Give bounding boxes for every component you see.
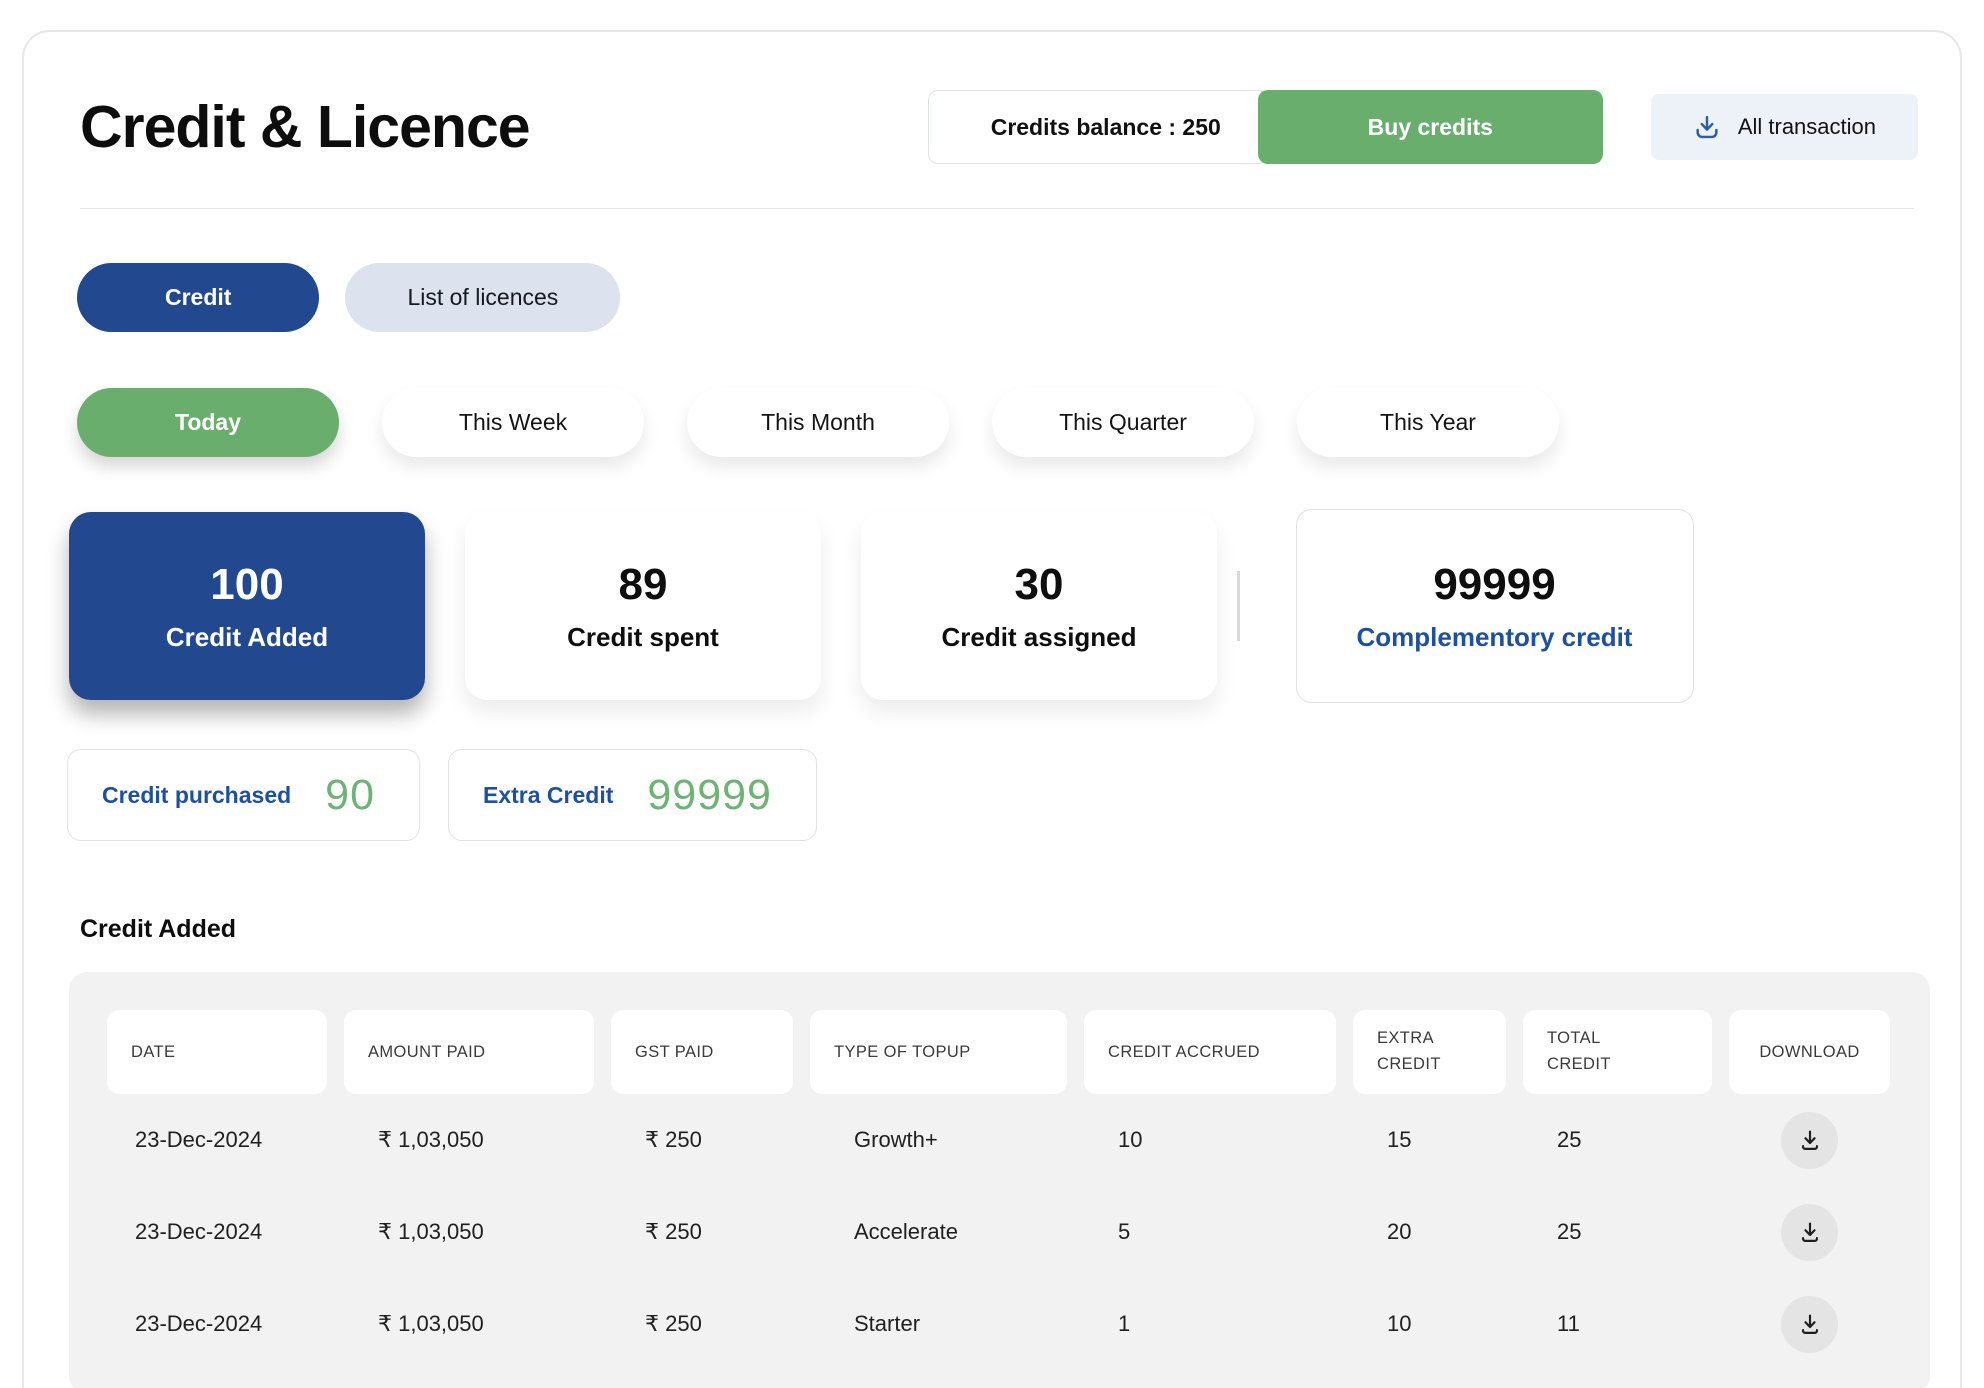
all-transaction-label: All transaction xyxy=(1738,114,1876,140)
header-actions: Credits balance : 250 Buy credits All tr… xyxy=(928,90,1918,164)
cell-extra-credit: 20 xyxy=(1353,1219,1506,1245)
row-download-button[interactable] xyxy=(1781,1204,1838,1261)
credit-purchased-value: 90 xyxy=(325,771,375,820)
cell-total-credit: 11 xyxy=(1523,1311,1712,1337)
cell-credit-accrued: 10 xyxy=(1084,1127,1336,1153)
credit-purchased-label: Credit purchased xyxy=(102,782,291,809)
cell-extra-credit: 10 xyxy=(1353,1311,1506,1337)
extra-credit-card: Extra Credit 99999 xyxy=(448,749,817,841)
table-row: 23-Dec-2024 ₹ 1,03,050 ₹ 250 Growth+ 10 … xyxy=(107,1094,1892,1186)
stat-value: 99999 xyxy=(1433,560,1555,610)
column-header-type-of-topup: TYPE OF TOPUP xyxy=(810,1010,1067,1094)
stat-value: 89 xyxy=(619,560,668,610)
column-header-download: DOWNLOAD xyxy=(1729,1010,1890,1094)
stat-value: 100 xyxy=(210,560,283,610)
column-header-gst-paid: GST PAID xyxy=(611,1010,793,1094)
filter-this-quarter[interactable]: This Quarter xyxy=(992,388,1254,457)
download-icon xyxy=(1693,113,1721,141)
stat-value: 30 xyxy=(1015,560,1064,610)
row-download-button[interactable] xyxy=(1781,1296,1838,1353)
cell-amount-paid: ₹ 1,03,050 xyxy=(344,1219,594,1245)
cell-amount-paid: ₹ 1,03,050 xyxy=(344,1311,594,1337)
buy-credits-button[interactable]: Buy credits xyxy=(1258,90,1603,164)
tab-bar: Credit List of licences xyxy=(77,263,1926,332)
cell-type-of-topup: Growth+ xyxy=(810,1127,1067,1153)
cell-gst-paid: ₹ 250 xyxy=(611,1219,793,1245)
column-header-credit-accrued: CREDIT ACCRUED xyxy=(1084,1010,1336,1094)
column-header-amount-paid: AMOUNT PAID xyxy=(344,1010,594,1094)
stat-card-complementory-credit: 99999 Complementory credit xyxy=(1296,509,1694,703)
balance-group: Credits balance : 250 Buy credits xyxy=(928,90,1603,164)
download-icon xyxy=(1797,1127,1823,1153)
stat-card-credit-spent[interactable]: 89 Credit spent xyxy=(465,512,821,700)
page-title: Credit & Licence xyxy=(80,93,530,161)
column-header-total-credit: TOTAL CREDIT xyxy=(1523,1010,1712,1094)
page-card: Credit & Licence Credits balance : 250 B… xyxy=(22,30,1962,1388)
cell-date: 23-Dec-2024 xyxy=(107,1219,327,1245)
table-header-row: DATE AMOUNT PAID GST PAID TYPE OF TOPUP … xyxy=(107,1010,1892,1094)
cell-date: 23-Dec-2024 xyxy=(107,1127,327,1153)
cell-gst-paid: ₹ 250 xyxy=(611,1127,793,1153)
credits-balance: Credits balance : 250 xyxy=(928,90,1268,164)
table-row: 23-Dec-2024 ₹ 1,03,050 ₹ 250 Accelerate … xyxy=(107,1186,1892,1278)
cell-extra-credit: 15 xyxy=(1353,1127,1506,1153)
credits-balance-label: Credits balance : 250 xyxy=(991,114,1221,141)
cell-type-of-topup: Accelerate xyxy=(810,1219,1067,1245)
stat-label: Credit assigned xyxy=(941,622,1136,653)
column-header-extra-credit: EXTRA CREDIT xyxy=(1353,1010,1506,1094)
cell-date: 23-Dec-2024 xyxy=(107,1311,327,1337)
credit-purchased-card: Credit purchased 90 xyxy=(67,749,420,841)
cell-type-of-topup: Starter xyxy=(810,1311,1067,1337)
stat-card-credit-assigned[interactable]: 30 Credit assigned xyxy=(861,512,1217,700)
row-download-button[interactable] xyxy=(1781,1112,1838,1169)
all-transaction-button[interactable]: All transaction xyxy=(1651,94,1918,160)
stats-row: 100 Credit Added 89 Credit spent 30 Cred… xyxy=(69,509,1926,703)
download-icon xyxy=(1797,1219,1823,1245)
stat-label: Credit spent xyxy=(567,622,719,653)
cell-gst-paid: ₹ 250 xyxy=(611,1311,793,1337)
header: Credit & Licence Credits balance : 250 B… xyxy=(80,90,1918,164)
stat-card-credit-added[interactable]: 100 Credit Added xyxy=(69,512,425,700)
stat-label: Credit Added xyxy=(166,622,328,653)
table-row: 23-Dec-2024 ₹ 1,03,050 ₹ 250 Starter 1 1… xyxy=(107,1278,1892,1370)
vertical-divider xyxy=(1237,571,1240,641)
filter-today[interactable]: Today xyxy=(77,388,339,457)
filter-this-year[interactable]: This Year xyxy=(1297,388,1559,457)
extra-credit-label: Extra Credit xyxy=(483,782,613,809)
download-icon xyxy=(1797,1311,1823,1337)
column-header-date: DATE xyxy=(107,1010,327,1094)
section-title: Credit Added xyxy=(80,915,1926,944)
cell-total-credit: 25 xyxy=(1523,1219,1712,1245)
time-filter-bar: Today This Week This Month This Quarter … xyxy=(77,388,1926,457)
cell-total-credit: 25 xyxy=(1523,1127,1712,1153)
tab-list-of-licences[interactable]: List of licences xyxy=(345,263,620,332)
tab-credit[interactable]: Credit xyxy=(77,263,319,332)
cell-credit-accrued: 5 xyxy=(1084,1219,1336,1245)
cell-amount-paid: ₹ 1,03,050 xyxy=(344,1127,594,1153)
filter-this-month[interactable]: This Month xyxy=(687,388,949,457)
cell-credit-accrued: 1 xyxy=(1084,1311,1336,1337)
header-divider xyxy=(80,208,1914,209)
extra-credit-value: 99999 xyxy=(647,771,772,820)
credit-added-table: DATE AMOUNT PAID GST PAID TYPE OF TOPUP … xyxy=(69,972,1930,1388)
subcards-row: Credit purchased 90 Extra Credit 99999 xyxy=(67,749,1926,841)
stat-label: Complementory credit xyxy=(1357,622,1633,653)
filter-this-week[interactable]: This Week xyxy=(382,388,644,457)
